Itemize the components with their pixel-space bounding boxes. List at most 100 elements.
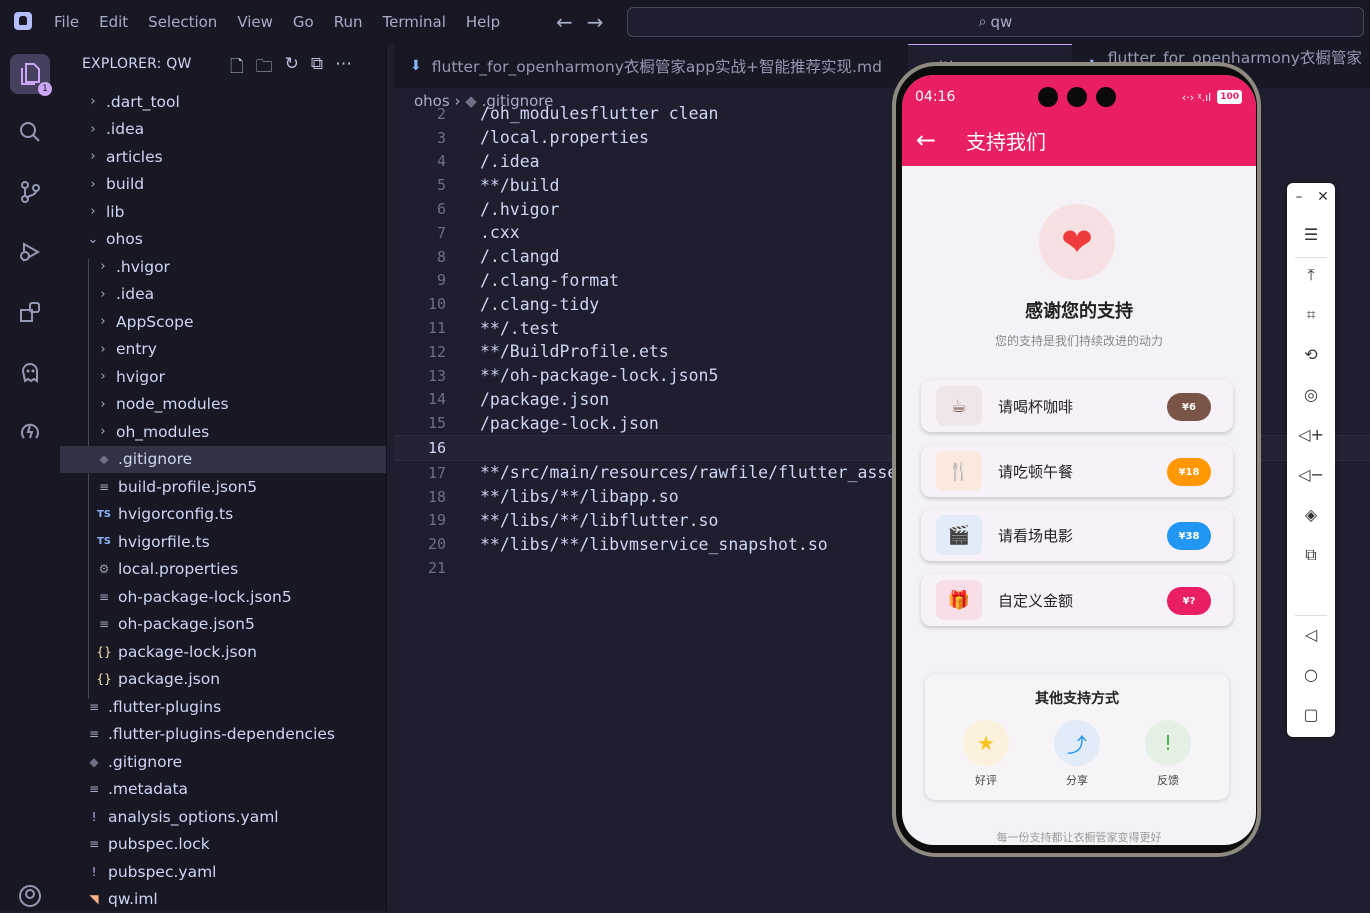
tree-file[interactable]: ≡oh-package-lock.json5: [60, 583, 386, 611]
support-option[interactable]: ☕请喝杯咖啡¥6: [921, 380, 1233, 432]
other-support-item[interactable]: ⤴分享: [1047, 720, 1107, 788]
collapse-all-icon[interactable]: ⧉: [311, 54, 323, 83]
new-file-icon[interactable]: 🗋: [230, 54, 244, 83]
tree-folder[interactable]: ›entry: [60, 336, 386, 364]
tree-folder[interactable]: ›.dart_tool: [60, 88, 386, 116]
tree-file[interactable]: {}package-lock.json: [60, 638, 386, 666]
menu-item[interactable]: Go: [293, 13, 314, 31]
tree-file[interactable]: ◥qw.iml: [60, 886, 386, 913]
extensions-icon[interactable]: [14, 296, 46, 328]
other-support-label: 反馈: [1138, 772, 1198, 788]
tree-folder[interactable]: ›.idea: [60, 281, 386, 309]
menu-item[interactable]: Terminal: [383, 13, 446, 31]
tree-folder[interactable]: ›lib: [60, 198, 386, 226]
json-file-icon: {}: [96, 672, 112, 686]
rotate-icon[interactable]: ⟲: [1287, 345, 1335, 364]
tree-folder[interactable]: ›articles: [60, 143, 386, 171]
menu-item[interactable]: Run: [334, 13, 363, 31]
tree-file[interactable]: !analysis_options.yaml: [60, 803, 386, 831]
tree-file[interactable]: ◆.gitignore: [60, 748, 386, 776]
menu-icon[interactable]: ☰: [1287, 225, 1335, 244]
line-number: 21: [394, 559, 446, 577]
menu-item[interactable]: Help: [466, 13, 500, 31]
camera-dot: [1096, 87, 1116, 107]
signal-icon: ‹·› ᵡ.ıl: [1182, 91, 1211, 104]
tree-folder[interactable]: ›hvigor: [60, 363, 386, 391]
tab-markdown[interactable]: ⬇ flutter_for_openharmony衣橱管家app实战+智能推荐实…: [394, 44, 906, 88]
app-bar-title: 支持我们: [966, 126, 1046, 155]
command-center-search[interactable]: ⌕ qw: [627, 7, 1364, 37]
menu-item[interactable]: View: [237, 13, 273, 31]
tree-file[interactable]: ≡.flutter-plugins-dependencies: [60, 721, 386, 749]
home-nav-icon[interactable]: ○: [1287, 665, 1335, 684]
fold-icon[interactable]: ◈: [1287, 505, 1335, 524]
menu-item[interactable]: File: [54, 13, 79, 31]
recents-nav-icon[interactable]: ▢: [1287, 705, 1335, 724]
camera-dot: [1067, 87, 1087, 107]
support-option[interactable]: 🎁自定义金额¥?: [921, 574, 1233, 626]
back-arrow-icon[interactable]: ←: [916, 126, 936, 154]
support-option[interactable]: 🎬请看场电影¥38: [921, 509, 1233, 561]
text-file-icon: ≡: [96, 617, 112, 631]
tree-file[interactable]: TShvigorfile.ts: [60, 528, 386, 556]
refresh-icon[interactable]: ↻: [285, 54, 299, 83]
divider: [1295, 257, 1327, 258]
harmony-icon[interactable]: [14, 416, 46, 448]
volume-down-icon[interactable]: ◁−: [1287, 465, 1335, 484]
source-control-icon[interactable]: [14, 176, 46, 208]
tree-file[interactable]: ⚙local.properties: [60, 556, 386, 584]
tree-item-label: analysis_options.yaml: [108, 808, 279, 826]
tree-folder[interactable]: ›.hvigor: [60, 253, 386, 281]
tree-folder[interactable]: ›node_modules: [60, 391, 386, 419]
forward-arrow-icon[interactable]: →: [587, 10, 604, 34]
explorer-actions: 🗋 🗀 ↻ ⧉ ⋯: [230, 54, 352, 83]
tree-file[interactable]: ≡.metadata: [60, 776, 386, 804]
new-folder-icon[interactable]: 🗀: [256, 54, 273, 83]
line-text: /.clang-format: [480, 271, 619, 290]
tree-file[interactable]: !pubspec.yaml: [60, 858, 386, 886]
price-badge: ¥38: [1167, 522, 1211, 550]
tree-folder[interactable]: ›build: [60, 171, 386, 199]
tree-file[interactable]: ◆.gitignore: [60, 446, 386, 474]
explorer-icon[interactable]: 1: [10, 54, 50, 94]
multi-device-icon[interactable]: ⧉: [1287, 545, 1335, 565]
other-support-item[interactable]: !反馈: [1138, 720, 1198, 788]
other-support-item[interactable]: ★好评: [956, 720, 1016, 788]
tree-folder[interactable]: ⌄ohos: [60, 226, 386, 254]
back-nav-icon[interactable]: ◁: [1287, 625, 1335, 644]
back-arrow-icon[interactable]: ←: [556, 10, 573, 34]
line-text: **/libs/**/libflutter.so: [480, 511, 718, 530]
line-number: 3: [394, 129, 446, 147]
run-debug-icon[interactable]: [14, 236, 46, 268]
tree-file[interactable]: ≡pubspec.lock: [60, 831, 386, 859]
tree-file[interactable]: {}package.json: [60, 666, 386, 694]
line-text: /package.json: [480, 390, 609, 409]
pin-top-icon[interactable]: ⤒: [1287, 265, 1335, 285]
close-icon[interactable]: ✕: [1299, 189, 1347, 205]
copilot-icon[interactable]: [14, 356, 46, 388]
tree-file[interactable]: ≡build-profile.json5: [60, 473, 386, 501]
menu-item[interactable]: Edit: [99, 13, 128, 31]
volume-up-icon[interactable]: ◁+: [1287, 425, 1335, 444]
coffee-icon: ☕: [936, 386, 982, 426]
tree-file[interactable]: ≡.flutter-plugins: [60, 693, 386, 721]
more-icon[interactable]: ⋯: [335, 54, 352, 83]
screenshot-icon[interactable]: ◎: [1287, 385, 1335, 404]
crop-icon[interactable]: ⌗: [1287, 305, 1335, 325]
search-sidebar-icon[interactable]: [14, 116, 46, 148]
menu-item[interactable]: Selection: [148, 13, 217, 31]
tree-item-label: .hvigor: [116, 258, 170, 276]
tree-folder[interactable]: ›oh_modules: [60, 418, 386, 446]
explorer-sidebar: EXPLORER: QW 🗋 🗀 ↻ ⧉ ⋯ ›.dart_tool›.idea…: [60, 44, 387, 911]
line-number: 5: [394, 176, 446, 194]
support-option[interactable]: 🍴请吃顿午餐¥18: [921, 445, 1233, 497]
support-option-label: 自定义金额: [998, 590, 1073, 611]
account-icon[interactable]: [14, 880, 46, 912]
text-file-icon: ≡: [96, 590, 112, 604]
tree-file[interactable]: ≡oh-package.json5: [60, 611, 386, 639]
tree-file[interactable]: TShvigorconfig.ts: [60, 501, 386, 529]
line-number: 9: [394, 271, 446, 289]
tree-folder[interactable]: ›.idea: [60, 116, 386, 144]
tree-folder[interactable]: ›AppScope: [60, 308, 386, 336]
explorer-badge: 1: [38, 82, 52, 96]
